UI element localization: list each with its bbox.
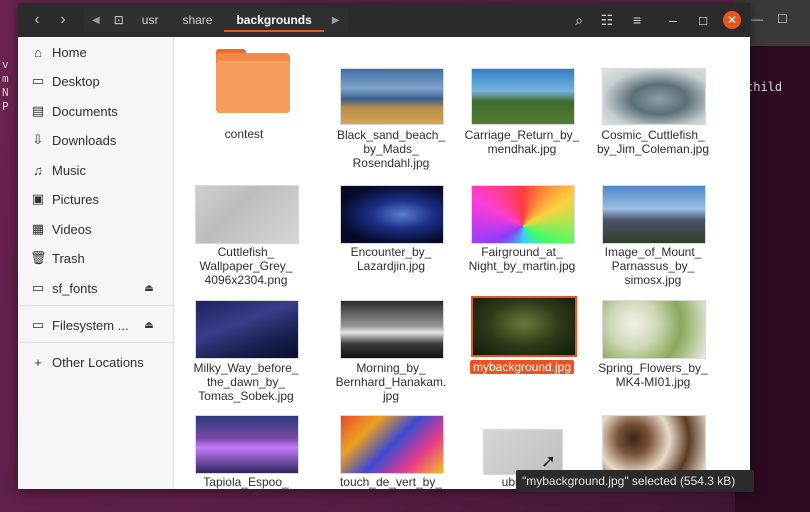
sidebar-item-downloads[interactable]: ⇩ Downloads [18, 127, 173, 153]
file-grid: contest Black_sand_beach_ by_Mads_ Rosen… [174, 37, 750, 489]
breadcrumb-usr[interactable]: usr [130, 8, 171, 32]
file-item-touch-de-vert[interactable]: touch_de_vert_by_ [311, 407, 444, 489]
drive-icon: ▭ [31, 317, 45, 332]
sidebar-item-documents[interactable]: ▤ Documents [18, 98, 173, 124]
sidebar-item-trash[interactable]: 🗑 Trash [18, 245, 173, 271]
breadcrumb-share[interactable]: share [170, 8, 224, 32]
breadcrumb-scroll-left-icon[interactable]: ◀ [84, 15, 108, 26]
chevron-right-icon: › [60, 11, 66, 28]
file-item-spring-flowers[interactable]: Spring_Flowers_by_ MK4-MI01.jpg [573, 292, 708, 412]
sidebar-item-sf-fonts[interactable]: ▭ sf_fonts ⏏ [18, 275, 173, 301]
sidebar-item-filesystem[interactable]: ▭ Filesystem ... ⏏ [18, 312, 173, 338]
videos-icon: ▦ [31, 221, 45, 236]
file-item-carriage-return[interactable]: Carriage_Return_by_ mendhak.jpg [442, 37, 579, 177]
sidebar-divider [18, 342, 173, 343]
thumbnail-image [340, 415, 444, 474]
thumbnail-image [340, 300, 444, 359]
breadcrumb: ◀ ⊡ usr share backgrounds ▶ [84, 8, 348, 32]
background-terminal-left-text: v m N P [2, 58, 9, 113]
list-view-icon: ☷ [600, 12, 614, 28]
file-item-contest[interactable]: contest [180, 37, 308, 147]
minimize-icon: — [751, 12, 763, 26]
file-item-milky-way[interactable]: Milky_Way_before_ the_dawn_by_ Tomas_Sob… [180, 292, 308, 412]
sidebar-item-videos[interactable]: ▦ Videos [18, 216, 173, 242]
drive-icon: ▭ [31, 280, 45, 295]
sidebar-item-music[interactable]: ♫ Music [18, 157, 173, 183]
breadcrumb-scroll-right-icon[interactable]: ▶ [324, 15, 348, 26]
file-manager-window: ‹ › ◀ ⊡ usr share backgrounds ▶ ⌕ ☷ ≡ – … [18, 3, 750, 489]
file-item-cosmic-cuttlefish[interactable]: Cosmic_Cuttlefish_ by_Jim_Coleman.jpg [573, 37, 709, 177]
file-item-mount-parnassus[interactable]: Image_of_Mount_ Parnassus_by_ simosx.jpg [573, 177, 706, 297]
documents-icon: ▤ [31, 103, 45, 118]
thumbnail-image [195, 300, 299, 359]
sidebar-item-desktop[interactable]: ▭ Desktop [18, 68, 173, 94]
file-item-encounter[interactable]: Encounter_by_ Lazardjin.jpg [311, 177, 444, 297]
file-item-cuttlefish-wallpaper[interactable]: Cuttlefish_ Wallpaper_Grey_ 4096x2304.pn… [180, 177, 308, 297]
file-item-fairground[interactable]: Fairground_at_ Night_by_martin.jpg [442, 177, 575, 297]
close-button[interactable]: ✕ [723, 11, 741, 29]
search-button[interactable]: ⌕ [570, 11, 588, 29]
file-item-morning[interactable]: Morning_by_ Bernhard_Hanakam. jpg [311, 292, 446, 412]
sidebar-item-home[interactable]: ⌂ Home [18, 39, 173, 65]
file-item-black-sand-beach[interactable]: Black_sand_beach_ by_Mads_ Rosendahl.jpg [311, 37, 445, 177]
symlink-arrow-icon: ➚ [540, 451, 556, 471]
downloads-icon: ⇩ [32, 132, 44, 147]
minimize-icon: – [669, 12, 677, 28]
chevron-left-icon: ‹ [34, 11, 40, 28]
file-item-mybackground[interactable]: mybackground.jpg [442, 292, 577, 412]
home-icon: ⌂ [34, 44, 42, 60]
thumbnail-image [195, 415, 299, 474]
selected-filename-label: mybackground.jpg [469, 360, 575, 374]
drive-icon[interactable]: ⊡ [108, 8, 130, 32]
thumbnail-image: ➚ [483, 429, 563, 475]
plus-icon: + [34, 354, 42, 370]
eject-icon[interactable]: ⏏ [141, 320, 157, 331]
back-button[interactable]: ‹ [26, 10, 48, 30]
thumbnail-image [602, 185, 706, 244]
view-toggle-button[interactable]: ☷ [598, 11, 616, 29]
maximize-icon: ☐ [777, 12, 788, 26]
forward-button[interactable]: › [52, 10, 74, 30]
thumbnail-image [195, 185, 299, 244]
thumbnail-image [602, 68, 706, 125]
music-icon: ♫ [33, 162, 43, 178]
maximize-icon: ☐ [698, 16, 708, 28]
search-icon: ⌕ [575, 12, 583, 28]
thumbnail-image [602, 300, 706, 359]
hamburger-icon: ≡ [632, 12, 642, 28]
thumbnail-image [471, 185, 575, 244]
trash-icon: 🗑 [30, 250, 47, 265]
desktop-icon: ▭ [31, 73, 45, 88]
breadcrumb-backgrounds[interactable]: backgrounds [224, 8, 324, 32]
eject-icon[interactable]: ⏏ [141, 283, 157, 294]
sidebar-divider [18, 305, 173, 306]
thumbnail-image [340, 68, 444, 125]
headerbar: ‹ › ◀ ⊡ usr share backgrounds ▶ ⌕ ☷ ≡ – … [18, 3, 750, 37]
places-sidebar: ⌂ Home ▭ Desktop ▤ Documents ⇩ Downloads… [18, 37, 174, 489]
sidebar-item-pictures[interactable]: ▣ Pictures [18, 186, 173, 212]
menu-button[interactable]: ≡ [628, 11, 646, 29]
background-terminal-text: child [746, 80, 783, 94]
selection-status-bar: "mybackground.jpg" selected (554.3 kB) [516, 470, 754, 492]
thumbnail-image [471, 68, 575, 125]
close-icon: ✕ [726, 13, 738, 27]
maximize-button[interactable]: ☐ [694, 11, 712, 29]
minimize-button[interactable]: – [664, 11, 682, 29]
file-item-tapiola-espoo[interactable]: Tapiola_Espoo_ [180, 407, 308, 489]
sidebar-item-other-locations[interactable]: + Other Locations [18, 349, 173, 375]
thumbnail-image [602, 415, 706, 474]
pictures-icon: ▣ [31, 191, 45, 206]
thumbnail-image [340, 185, 444, 244]
thumbnail-image [471, 296, 577, 357]
